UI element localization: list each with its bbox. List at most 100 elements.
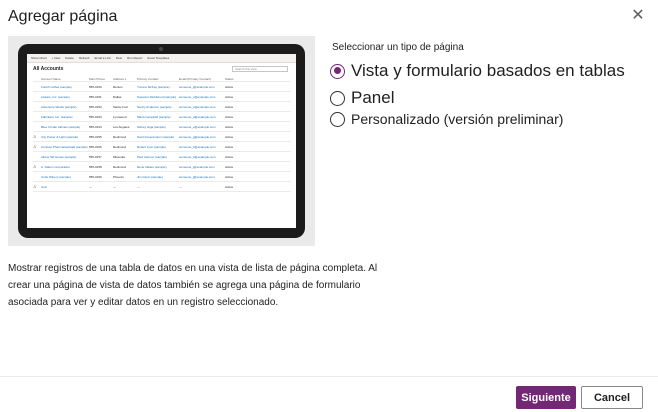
table-row: Blue Yonder Airlines (sample) 555-0154 Los… — [33, 122, 291, 132]
option-dashboard[interactable]: Panel — [330, 88, 394, 108]
option-label: Vista y formulario basados en tablas — [351, 61, 625, 80]
option-label: Panel — [351, 88, 395, 107]
cancel-button[interactable]: Cancel — [581, 386, 643, 409]
footer-divider — [0, 376, 658, 377]
table-cell: Contoso Pharmaceuticals (sample) — [41, 144, 88, 149]
close-icon[interactable]: ✕ — [630, 8, 646, 24]
table-cell: Blue Yonder Airlines (sample) — [41, 124, 81, 129]
table-cell: Scott Konersmann (sample) — [137, 134, 175, 139]
table-cell: someone_j@example.com — [179, 174, 215, 179]
table-row: ♙ A. Datum Corporation 555-0158 Redmond Rene… — [33, 162, 291, 172]
record-icon: ♙ — [33, 144, 37, 149]
table-cell: Paul Cannon (sample) — [137, 154, 167, 159]
preview-command: Run Report — [127, 56, 143, 60]
table-cell: someone_d@example.com — [179, 114, 216, 119]
column-header: Main Phone — [89, 76, 106, 81]
option-custom[interactable]: Personalizado (versión preliminar) — [330, 111, 563, 127]
option-table-view-form[interactable]: Vista y formulario basados en tablas — [330, 61, 625, 81]
table-cell: 555-0150 — [89, 84, 102, 89]
record-icon: ♙ — [33, 164, 37, 169]
table-row: ♙ Ixxxi --- --- --- --- Active — [33, 182, 291, 192]
table-cell: Phoenix — [113, 174, 124, 179]
table-cell: Nancy Anderson (sample) — [137, 104, 172, 109]
preview-command: Show Chart — [31, 56, 47, 60]
table-cell: --- — [137, 184, 140, 189]
table-cell: Maria Campbell (sample) — [137, 114, 171, 119]
table-cell: Active — [225, 124, 234, 129]
table-cell: Fabrikam, Inc. (sample) — [41, 114, 73, 119]
radio-custom[interactable] — [330, 111, 345, 127]
table-cell: Jim Glynn (sample) — [137, 174, 163, 179]
table-cell: Coho Winery (sample) — [41, 174, 71, 179]
table-cell: 555-0151 — [89, 94, 102, 99]
camera-dot — [159, 47, 163, 51]
table-cell: Active — [225, 134, 234, 139]
radio-table-view-form[interactable] — [330, 63, 345, 79]
table-row: Fourth Coffee (sample) 555-0150 Renton Yvon… — [33, 82, 291, 92]
table-cell: someone_g@example.com — [179, 134, 216, 139]
table-row: Coho Winery (sample) 555-0159 Phoenix Jim G… — [33, 172, 291, 182]
table-cell: Active — [225, 184, 234, 189]
table-cell: Dallas — [113, 94, 122, 99]
record-icon: ♙ — [33, 134, 37, 139]
page-type-label: Seleccionar un tipo de página — [332, 42, 464, 53]
table-row: ♙ City Power & Light (sample) 555-0155 Redm… — [33, 132, 291, 142]
table-cell: Yvonne McKay (sample) — [137, 84, 170, 89]
table-cell: Active — [225, 144, 234, 149]
table-row: Alpine Ski House (sample) 555-0157 Missoul… — [33, 152, 291, 162]
table-cell: Active — [225, 174, 234, 179]
table-cell: someone_c@example.com — [179, 104, 216, 109]
record-icon: ♙ — [33, 184, 37, 189]
table-cell: someone_i@example.com — [179, 164, 215, 169]
table-cell: Alpine Ski House (sample) — [41, 154, 77, 159]
table-cell: 555-0154 — [89, 124, 102, 129]
table-cell: Active — [225, 104, 234, 109]
add-page-dialog: Agregar página ✕ Show Chart + New Delete Re… — [0, 0, 658, 412]
preview-screen: Show Chart + New Delete Refresh Email a Link… — [27, 54, 296, 228]
table-cell: someone_h@example.com — [179, 154, 216, 159]
dialog-title: Agregar página — [8, 8, 118, 25]
table-cell: Active — [225, 154, 234, 159]
table-cell: --- — [89, 184, 92, 189]
table-cell: 555-0158 — [89, 164, 102, 169]
table-cell: 555-0157 — [89, 154, 102, 159]
preview-search-box: Search this view — [232, 66, 288, 72]
preview-command-bar: Show Chart + New Delete Refresh Email a Link… — [27, 54, 296, 63]
table-cell: Rene Valdes (sample) — [137, 164, 167, 169]
page-type-preview: Show Chart + New Delete Refresh Email a Link… — [8, 36, 315, 246]
table-cell: Redmond — [113, 164, 127, 169]
table-cell: Santa Cruz — [113, 104, 129, 109]
table-cell: Active — [225, 164, 234, 169]
preview-grid: Account Name Main Phone Address 1 Primary C… — [33, 76, 291, 192]
radio-dashboard[interactable] — [330, 90, 345, 106]
preview-command: Refresh — [78, 56, 90, 60]
next-button[interactable]: Siguiente — [516, 386, 576, 409]
table-row: Litware, Inc. (sample) 555-0151 Dallas Susa… — [33, 92, 291, 102]
table-cell: --- — [113, 184, 116, 189]
table-cell: 555-0152 — [89, 104, 102, 109]
preview-command: + New — [51, 56, 61, 60]
table-cell: someone_e@example.com — [179, 124, 216, 129]
preview-command: Email a Link — [94, 56, 111, 60]
table-cell: Sidney Higa (sample) — [137, 124, 166, 129]
table-cell: Lynnwood — [113, 114, 127, 119]
table-cell: 555-0159 — [89, 174, 102, 179]
table-cell: Redmond — [113, 144, 127, 149]
table-row: ♙ Contoso Pharmaceuticals (sample) 555-015… — [33, 142, 291, 152]
table-cell: Active — [225, 114, 234, 119]
table-cell: Renton — [113, 84, 123, 89]
preview-view-title: All Accounts — [33, 66, 64, 72]
table-cell: 555-0153 — [89, 114, 102, 119]
table-row: Adventure Works (sample) 555-0152 Santa Cr… — [33, 102, 291, 112]
table-cell: Redmond — [113, 134, 127, 139]
table-cell: 555-0156 — [89, 144, 102, 149]
table-cell: --- — [179, 184, 182, 189]
column-header: Status — [225, 76, 234, 81]
table-cell: Active — [225, 94, 234, 99]
preview-command: Flow — [115, 56, 123, 60]
option-label: Personalizado (versión preliminar) — [351, 111, 564, 127]
table-cell: someone_i@example.com — [179, 84, 215, 89]
tablet-frame: Show Chart + New Delete Refresh Email a Link… — [18, 44, 305, 238]
table-cell: Active — [225, 84, 234, 89]
column-header: Primary Contact — [137, 76, 159, 81]
